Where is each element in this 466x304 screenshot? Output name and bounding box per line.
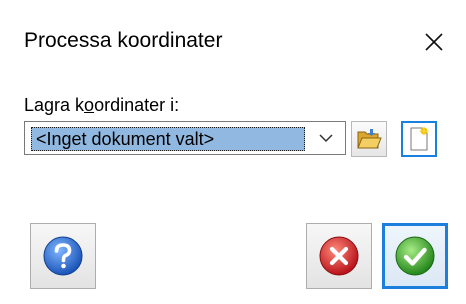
chevron-down-icon xyxy=(319,134,333,143)
cancel-button[interactable] xyxy=(306,223,372,289)
new-document-button[interactable] xyxy=(401,121,437,157)
close-icon xyxy=(425,33,443,51)
close-button[interactable] xyxy=(402,16,466,68)
document-select-value: <Inget dokument valt> xyxy=(31,127,305,151)
save-coordinates-label: Lagra koordinater i: xyxy=(24,96,179,114)
title-bar: Processa koordinater xyxy=(0,0,466,84)
folder-open-icon xyxy=(357,129,382,149)
label-text-end: ordinater i: xyxy=(94,95,180,115)
label-hotkey-letter: o xyxy=(84,95,95,115)
label-text-start: Lagra k xyxy=(24,95,85,115)
dropdown-toggle[interactable] xyxy=(311,122,341,154)
help-icon xyxy=(43,236,83,276)
process-coordinates-dialog: Processa koordinater Lagra koordinater i… xyxy=(0,0,466,304)
dialog-title: Processa koordinater xyxy=(24,29,223,52)
new-document-icon xyxy=(410,126,429,151)
document-select[interactable]: <Inget dokument valt> xyxy=(24,121,346,155)
ok-check-icon xyxy=(395,236,435,276)
help-button[interactable] xyxy=(30,223,96,289)
cancel-icon xyxy=(319,236,359,276)
ok-button[interactable] xyxy=(382,223,448,289)
browse-document-button[interactable] xyxy=(351,121,387,157)
